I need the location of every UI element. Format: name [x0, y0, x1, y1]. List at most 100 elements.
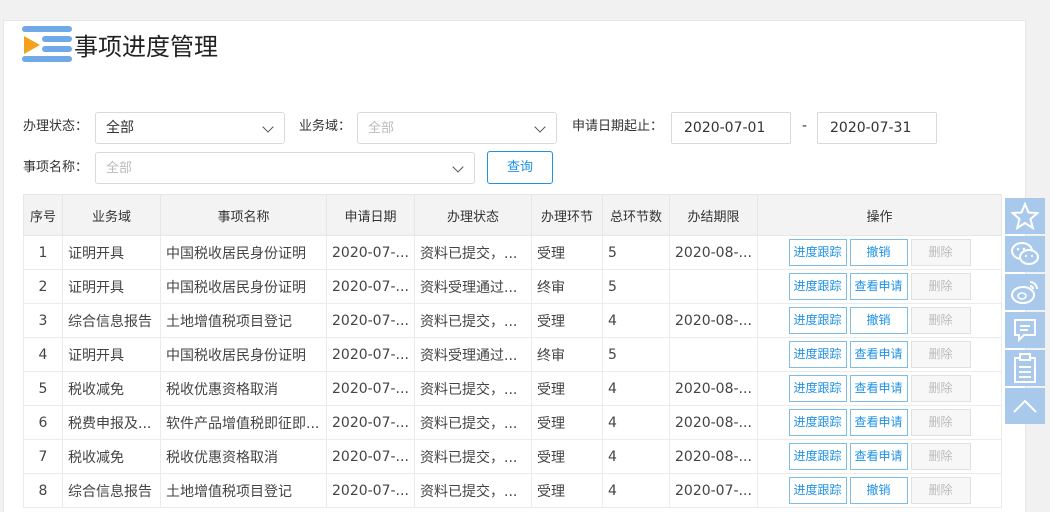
cell-domain: 证明开具	[62, 235, 161, 270]
cell-deadline: 2020-08-...	[669, 439, 758, 474]
weibo-icon	[1011, 281, 1038, 304]
col-header-domain: 业务域	[62, 194, 161, 236]
chevron-down-icon	[534, 121, 546, 133]
cell-stage: 受理	[531, 473, 603, 508]
status-select[interactable]: 全部	[95, 112, 285, 144]
cell-item: 中国税收居民身份证明	[160, 337, 327, 372]
view-application-button[interactable]: 查看申请	[849, 341, 908, 368]
delete-button[interactable]: 删除	[910, 273, 971, 300]
cell-status: 资料受理通过...	[414, 337, 532, 372]
cell-item: 税收优惠资格取消	[160, 371, 327, 406]
track-progress-button[interactable]: 进度跟踪	[788, 307, 847, 334]
cell-operations: 进度跟踪 查看申请 删除	[757, 371, 1002, 406]
cell-date: 2020-07-...	[326, 371, 415, 406]
cell-domain: 综合信息报告	[62, 473, 161, 508]
delete-button[interactable]: 删除	[910, 307, 971, 334]
cell-item: 税收优惠资格取消	[160, 439, 327, 474]
cell-date: 2020-07-...	[326, 405, 415, 440]
chevron-down-icon	[262, 121, 274, 133]
cell-item: 中国税收居民身份证明	[160, 269, 327, 304]
date-range-label: 申请日期起止：	[572, 119, 664, 134]
date-start-input[interactable]: 2020-07-01	[671, 112, 791, 144]
favorite-button[interactable]	[1005, 198, 1045, 234]
cell-domain: 税收减免	[62, 371, 161, 406]
track-progress-button[interactable]: 进度跟踪	[788, 239, 847, 266]
message-button[interactable]	[1005, 312, 1045, 348]
table-row: 3 综合信息报告 土地增值税项目登记 2020-07-... 资料已提交，... 受理 4 2…	[23, 303, 1002, 338]
cell-domain: 税费申报及...	[62, 405, 161, 440]
track-progress-button[interactable]: 进度跟踪	[788, 409, 847, 436]
track-progress-button[interactable]: 进度跟踪	[788, 273, 847, 300]
delete-button[interactable]: 删除	[910, 239, 971, 266]
cell-operations: 进度跟踪 撤销 删除	[757, 235, 1002, 270]
cell-stage: 终审	[531, 269, 603, 304]
cell-deadline: 2020-08-...	[669, 303, 758, 338]
clipboard-button[interactable]	[1005, 350, 1045, 386]
cell-status: 资料已提交，...	[414, 371, 532, 406]
revoke-button[interactable]: 撤销	[849, 307, 908, 334]
view-application-button[interactable]: 查看申请	[849, 409, 908, 436]
message-icon	[1014, 319, 1036, 343]
cell-deadline: 2020-08-...	[669, 405, 758, 440]
col-header-no: 序号	[23, 194, 63, 236]
cell-status: 资料已提交，...	[414, 405, 532, 440]
cell-operations: 进度跟踪 查看申请 删除	[757, 439, 1002, 474]
cell-no: 7	[23, 439, 63, 474]
cell-operations: 进度跟踪 撤销 删除	[757, 303, 1002, 338]
cell-item: 软件产品增值税即征即...	[160, 405, 327, 440]
track-progress-button[interactable]: 进度跟踪	[788, 375, 847, 402]
track-progress-button[interactable]: 进度跟踪	[788, 477, 847, 504]
cell-total: 4	[602, 473, 670, 508]
delete-button[interactable]: 删除	[910, 409, 971, 436]
col-header-deadline: 办结期限	[669, 194, 758, 236]
view-application-button[interactable]: 查看申请	[849, 375, 908, 402]
weibo-share-button[interactable]	[1005, 274, 1045, 310]
clipboard-icon	[1014, 353, 1036, 383]
domain-select-placeholder: 全部	[368, 121, 395, 136]
cell-status: 资料已提交，...	[414, 303, 532, 338]
view-application-button[interactable]: 查看申请	[849, 443, 908, 470]
item-name-placeholder: 全部	[106, 161, 133, 176]
cell-total: 5	[602, 235, 670, 270]
scroll-top-button[interactable]	[1005, 388, 1045, 424]
cell-status: 资料已提交，...	[414, 235, 532, 270]
domain-filter-label: 业务域：	[299, 119, 352, 134]
status-filter-label: 办理状态：	[23, 119, 89, 134]
wechat-icon	[1011, 242, 1039, 265]
delete-button[interactable]: 删除	[910, 341, 971, 368]
revoke-button[interactable]: 撤销	[849, 477, 908, 504]
cell-total: 4	[602, 371, 670, 406]
wechat-share-button[interactable]	[1005, 236, 1045, 272]
date-separator: -	[802, 118, 808, 134]
table-header-row: 序号 业务域 事项名称 申请日期 办理状态 办理环节 总环节数 办结期限 操作	[23, 194, 1002, 236]
cell-no: 2	[23, 269, 63, 304]
cell-domain: 综合信息报告	[62, 303, 161, 338]
cell-operations: 进度跟踪 查看申请 删除	[757, 337, 1002, 372]
cell-deadline	[669, 337, 758, 372]
chevron-down-icon	[452, 161, 464, 173]
delete-button[interactable]: 删除	[910, 443, 971, 470]
cell-total: 4	[602, 439, 670, 474]
delete-button[interactable]: 删除	[910, 375, 971, 402]
col-header-ops: 操作	[757, 194, 1002, 236]
cell-stage: 受理	[531, 439, 603, 474]
revoke-button[interactable]: 撤销	[849, 239, 908, 266]
query-button[interactable]: 查询	[487, 151, 553, 184]
date-end-input[interactable]: 2020-07-31	[817, 112, 937, 144]
track-progress-button[interactable]: 进度跟踪	[788, 341, 847, 368]
track-progress-button[interactable]: 进度跟踪	[788, 443, 847, 470]
cell-date: 2020-07-...	[326, 269, 415, 304]
cell-domain: 证明开具	[62, 269, 161, 304]
cell-deadline: 2020-08-...	[669, 371, 758, 406]
table-row: 6 税费申报及... 软件产品增值税即征即... 2020-07-... 资料已提交，.…	[23, 405, 1002, 440]
domain-select[interactable]: 全部	[357, 112, 557, 144]
cell-total: 4	[602, 405, 670, 440]
cell-total: 5	[602, 337, 670, 372]
view-application-button[interactable]: 查看申请	[849, 273, 908, 300]
item-name-select[interactable]: 全部	[95, 152, 475, 184]
cell-stage: 受理	[531, 235, 603, 270]
cell-status: 资料已提交，...	[414, 439, 532, 474]
delete-button[interactable]: 删除	[910, 477, 971, 504]
cell-status: 资料受理通过...	[414, 269, 532, 304]
table-row: 4 证明开具 中国税收居民身份证明 2020-07-... 资料受理通过... 终审 5 进度…	[23, 337, 1002, 372]
